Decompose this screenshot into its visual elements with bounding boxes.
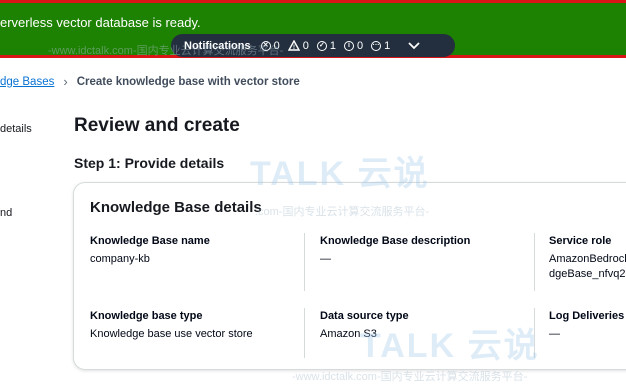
field-data-source-type: Data source type Amazon S3 <box>320 310 409 340</box>
field-log-deliveries: Log Deliveries — <box>549 310 625 340</box>
watermark-url: -www.idctalk.com-国内专业云计算交流服务平台- <box>292 371 528 383</box>
error-icon: ✕ <box>260 40 271 51</box>
field-kb-name: Knowledge Base name company-kb <box>90 235 210 265</box>
breadcrumb: dge Bases › Create knowledge base with v… <box>0 74 300 89</box>
success-count[interactable]: ✓ 1 <box>316 40 336 52</box>
sidebar-step-end[interactable]: nd <box>0 207 12 219</box>
breadcrumb-link-knowledge-bases[interactable]: dge Bases <box>0 76 54 88</box>
breadcrumb-current: Create knowledge base with vector store <box>76 75 300 88</box>
column-divider <box>304 308 305 358</box>
column-divider <box>304 233 305 291</box>
info-icon: i <box>344 40 354 51</box>
chevron-right-icon: › <box>63 74 68 89</box>
notifications-bar[interactable]: Notifications ✕ 0 ! 0 ✓ 1 i 0 ··· 1 <box>171 34 455 57</box>
banner-message: erverless vector database is ready. <box>0 15 201 30</box>
step-title: Step 1: Provide details <box>74 155 225 171</box>
field-kb-description: Knowledge Base description — <box>320 235 471 265</box>
info-count[interactable]: i 0 <box>344 40 363 52</box>
column-divider <box>534 233 535 291</box>
field-service-role: Service role AmazonBedrock dgeBase_nfvq2 <box>549 235 626 280</box>
column-divider <box>534 308 535 358</box>
chevron-down-icon[interactable] <box>408 41 420 50</box>
in-progress-icon: ··· <box>371 40 382 51</box>
page-title: Review and create <box>74 115 240 136</box>
error-count[interactable]: ✕ 0 <box>260 40 280 52</box>
sidebar-step-details[interactable]: details <box>0 123 32 135</box>
knowledge-base-details-card: Knowledge Base details Knowledge Base na… <box>73 182 626 370</box>
warning-icon: ! <box>287 40 300 51</box>
svg-text:!: ! <box>293 45 295 51</box>
field-kb-type: Knowledge base type Knowledge base use v… <box>90 310 253 340</box>
card-title: Knowledge Base details <box>90 199 262 216</box>
in-progress-count[interactable]: ··· 1 <box>371 40 390 52</box>
success-icon: ✓ <box>316 40 327 51</box>
warning-count[interactable]: ! 0 <box>287 40 309 52</box>
notifications-title: Notifications <box>184 39 251 52</box>
